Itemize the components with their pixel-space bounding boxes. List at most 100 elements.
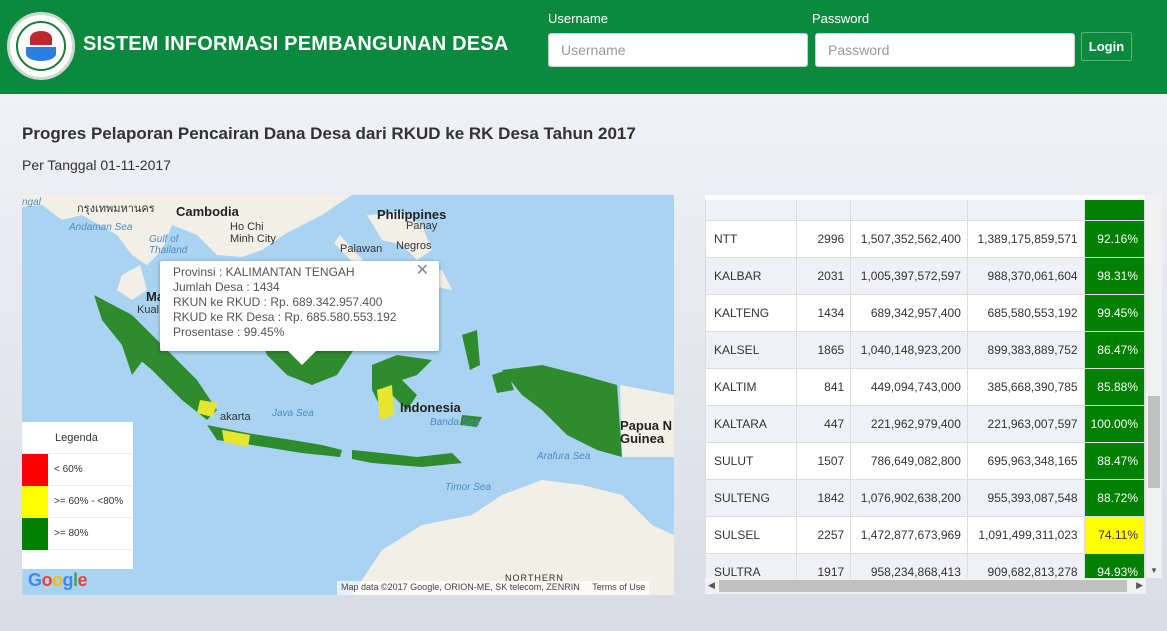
rkun-rkud-cell: 1,040,148,923,200 (850, 331, 968, 369)
info-provinsi: Provinsi : KALIMANTAN TENGAH (173, 265, 355, 279)
map-data-text: Map data ©2017 Google, ORION-ME, SK tele… (341, 582, 580, 592)
rkud-rkdesa-cell: 385,668,390,785 (966, 368, 1085, 406)
percentage-cell: 99.45% (1083, 294, 1145, 332)
google-logo: Google (28, 570, 88, 590)
table-row: KALSEL 1865 1,040,148,923,200 899,383,889,7… (705, 331, 1145, 369)
jumlah-desa-cell: 1865 (796, 331, 852, 369)
legend-swatch-yellow (22, 485, 48, 518)
rkud-rkdesa-cell: 1,389,175,859,571 (966, 220, 1085, 258)
legend-label: >= 60% - <80% (54, 496, 124, 507)
scroll-left-icon[interactable]: ◀ (708, 580, 715, 591)
province-cell: SULUT (705, 442, 798, 480)
jumlah-desa-cell: 2031 (796, 257, 852, 295)
jumlah-desa-cell: 1917 (796, 553, 852, 578)
table-row: KALTIM 841 449,094,743,000 385,668,390,785 8… (705, 368, 1145, 406)
scroll-right-icon[interactable]: ▶ (1136, 580, 1143, 591)
table-row: KALTENG 1434 689,342,957,400 685,580,553,19… (705, 294, 1145, 332)
province-cell: KALTENG (705, 294, 798, 332)
legend-swatch-red (22, 453, 48, 486)
province-cell: SULTENG (705, 479, 798, 517)
terms-of-use-link[interactable]: Terms of Use (592, 582, 645, 592)
percentage-cell: 74.11% (1083, 516, 1145, 554)
map-label-hochiminh: Ho Chi Minh City (230, 221, 276, 245)
rkud-rkdesa-cell: 685,580,553,192 (966, 294, 1085, 332)
page-subtitle: Per Tanggal 01-11-2017 (22, 157, 171, 173)
username-label: Username (548, 11, 608, 26)
rkun-rkud-cell: 958,234,868,413 (850, 553, 968, 578)
jumlah-desa-cell: 2257 (796, 516, 852, 554)
province-cell: KALTIM (705, 368, 798, 406)
info-prosentase: Prosentase : 99.45% (173, 325, 285, 339)
password-input[interactable] (815, 33, 1075, 67)
legend-item: >= 60% - <80% (22, 485, 133, 518)
rkun-rkud-cell: 1,472,877,673,969 (850, 516, 968, 554)
table-row: KALBAR 2031 1,005,397,572,597 988,370,061,6… (705, 257, 1145, 295)
horizontal-scrollbar[interactable]: ◀ ▶ (705, 578, 1146, 594)
legend-item: < 60% (22, 453, 133, 486)
rkun-rkud-cell: 689,342,957,400 (850, 294, 968, 332)
map-legend: Legenda < 60% >= 60% - <80% >= 80% (22, 422, 133, 569)
legend-title: Legenda (22, 422, 133, 454)
top-navbar: SISTEM INFORMASI PEMBANGUNAN DESA Userna… (0, 0, 1167, 94)
map-label-ngal: ngal (22, 197, 41, 208)
legend-item: >= 80% (22, 517, 133, 550)
percentage-cell: 94.93% (1083, 553, 1145, 578)
jumlah-desa-cell: 447 (796, 405, 852, 443)
vertical-scrollbar[interactable]: ▼ (1146, 195, 1162, 578)
legend-label: < 60% (54, 464, 83, 475)
province-cell: KALTARA (705, 405, 798, 443)
vertical-scroll-thumb[interactable] (1148, 396, 1160, 488)
map-label-palawan: Palawan (340, 243, 383, 255)
table-row: NTT 2996 1,507,352,562,400 1,389,175,859,57… (705, 220, 1145, 258)
map-label-timor: Timor Sea (445, 482, 492, 493)
percentage-cell: 98.31% (1083, 257, 1145, 295)
percentage-cell: 85.88% (1083, 368, 1145, 406)
table-row: SULUT 1507 786,649,082,800 695,963,348,165 8… (705, 442, 1145, 480)
rkun-rkud-cell: 1,507,352,562,400 (850, 220, 968, 258)
map-label-indonesia: Indonesia (400, 400, 461, 415)
rkun-rkud-cell: 1,076,902,638,200 (850, 479, 968, 517)
legend-label: >= 80% (54, 528, 89, 539)
table-row: SULTENG 1842 1,076,902,638,200 955,393,087,… (705, 479, 1145, 517)
rkun-rkud-cell: 221,962,979,400 (850, 405, 968, 443)
info-jumlah-desa: Jumlah Desa : 1434 (173, 280, 280, 294)
close-icon[interactable]: ✕ (416, 263, 429, 279)
province-cell: KALBAR (705, 257, 798, 295)
map-label-papua: Papua N Guinea (620, 418, 673, 446)
table-row: KALTARA 447 221,962,979,400 221,963,007,597… (705, 405, 1145, 443)
percentage-cell: 86.47% (1083, 331, 1145, 369)
jumlah-desa-cell: 1507 (796, 442, 852, 480)
province-cell: KALSEL (705, 331, 798, 369)
rkud-rkdesa-cell: 909,682,813,278 (966, 553, 1085, 578)
legend-swatch-green (22, 517, 48, 550)
scroll-down-icon[interactable]: ▼ (1150, 566, 1158, 575)
page-title: Progres Pelaporan Pencairan Dana Desa da… (22, 124, 636, 143)
percentage-cell: 88.47% (1083, 442, 1145, 480)
username-input[interactable] (548, 33, 808, 67)
password-label: Password (812, 11, 870, 26)
percentage-cell: 88.72% (1083, 479, 1145, 517)
map-label-kual: Kual (137, 304, 160, 316)
percentage-cell: 92.16% (1083, 220, 1145, 258)
table-row: SULTRA 1917 958,234,868,413 909,682,813,278… (705, 553, 1145, 578)
province-table: NTT 2996 1,507,352,562,400 1,389,175,859,57… (705, 195, 1145, 578)
app-title: SISTEM INFORMASI PEMBANGUNAN DESA (83, 33, 509, 55)
map-label-andaman: Andaman Sea (69, 222, 133, 233)
rkun-rkud-cell: 786,649,082,800 (850, 442, 968, 480)
province-cell: SULSEL (705, 516, 798, 554)
map-label-gulf: Gulf of Thailand (149, 234, 188, 256)
rkud-rkdesa-cell: 988,370,061,604 (966, 257, 1085, 295)
jumlah-desa-cell: 841 (796, 368, 852, 406)
info-rkun: RKUN ke RKUD : Rp. 689.342.957.400 (173, 295, 383, 309)
rkud-rkdesa-cell: 695,963,348,165 (966, 442, 1085, 480)
map-label-negros: Negros (396, 240, 432, 252)
map-label-cambodia: Cambodia (176, 204, 239, 219)
map-label-bangkok: กรุงเทพมหานคร (77, 203, 155, 215)
rkun-rkud-cell: 449,094,743,000 (850, 368, 968, 406)
province-cell: NTT (705, 220, 798, 258)
login-button[interactable]: Login (1081, 32, 1132, 61)
rkud-rkdesa-cell: 221,963,007,597 (966, 405, 1085, 443)
province-table-container[interactable]: NTT 2996 1,507,352,562,400 1,389,175,859,57… (705, 195, 1145, 578)
horizontal-scroll-thumb[interactable] (719, 580, 1127, 592)
table-row: SULSEL 2257 1,472,877,673,969 1,091,499,311… (705, 516, 1145, 554)
